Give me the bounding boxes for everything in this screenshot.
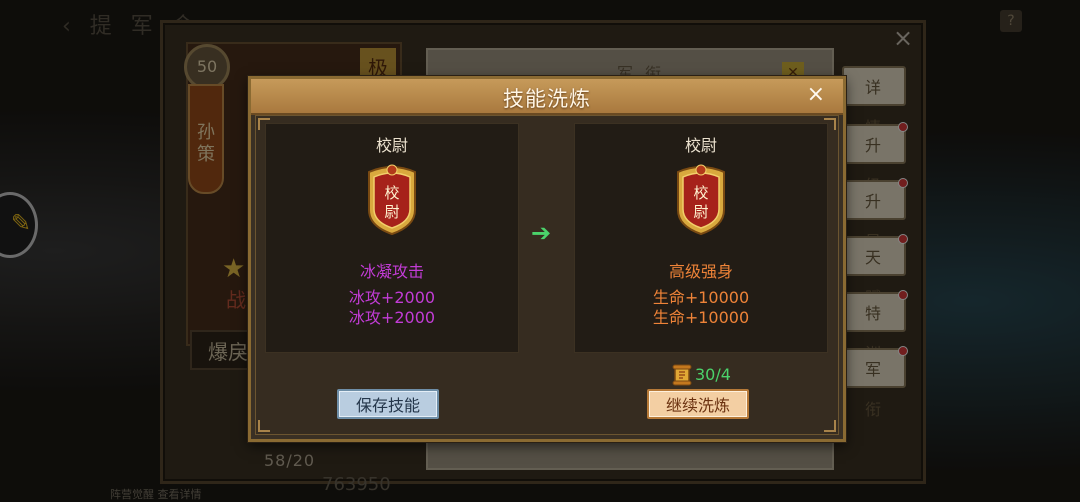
dialog-title: 技能洗炼: [503, 87, 591, 111]
save-skill-button[interactable]: 保存技能: [337, 389, 439, 419]
svg-text:校: 校: [384, 184, 399, 202]
new-skill-panel: 校尉 校 尉 高级强身 生命+10000 生命+10000: [574, 123, 828, 353]
new-skill-name: 高级强身: [668, 262, 733, 281]
skill-refine-dialog: 技能洗炼 × 校尉 校 尉 冰凝攻击 冰攻+2000 冰攻+2000 ➔ 校尉 …: [248, 76, 846, 442]
frame-corner: [258, 420, 270, 432]
current-skill-name: 冰凝攻击: [359, 262, 424, 281]
new-skill-rank: 校尉: [684, 136, 717, 155]
svg-text:尉: 尉: [693, 203, 708, 221]
current-skill-rank: 校尉: [375, 136, 408, 155]
rank-emblem-icon: 校 尉: [368, 164, 416, 236]
current-skill-attribute: 冰攻+2000: [348, 308, 436, 327]
frame-corner: [824, 420, 836, 432]
svg-text:校: 校: [693, 184, 708, 202]
current-skill-panel: 校尉 校 尉 冰凝攻击 冰攻+2000 冰攻+2000: [265, 123, 519, 353]
dialog-header: 技能洗炼 ×: [251, 79, 843, 115]
continue-refine-button[interactable]: 继续洗炼: [647, 389, 749, 419]
arrow-right-icon: ➔: [531, 219, 552, 247]
svg-text:尉: 尉: [384, 203, 399, 221]
refine-cost-value: 30/4: [695, 365, 731, 384]
rank-emblem-icon: 校 尉: [677, 164, 725, 236]
close-icon[interactable]: ×: [807, 82, 825, 107]
new-skill-attribute: 生命+10000: [652, 308, 750, 327]
scroll-item-icon: [672, 364, 692, 386]
